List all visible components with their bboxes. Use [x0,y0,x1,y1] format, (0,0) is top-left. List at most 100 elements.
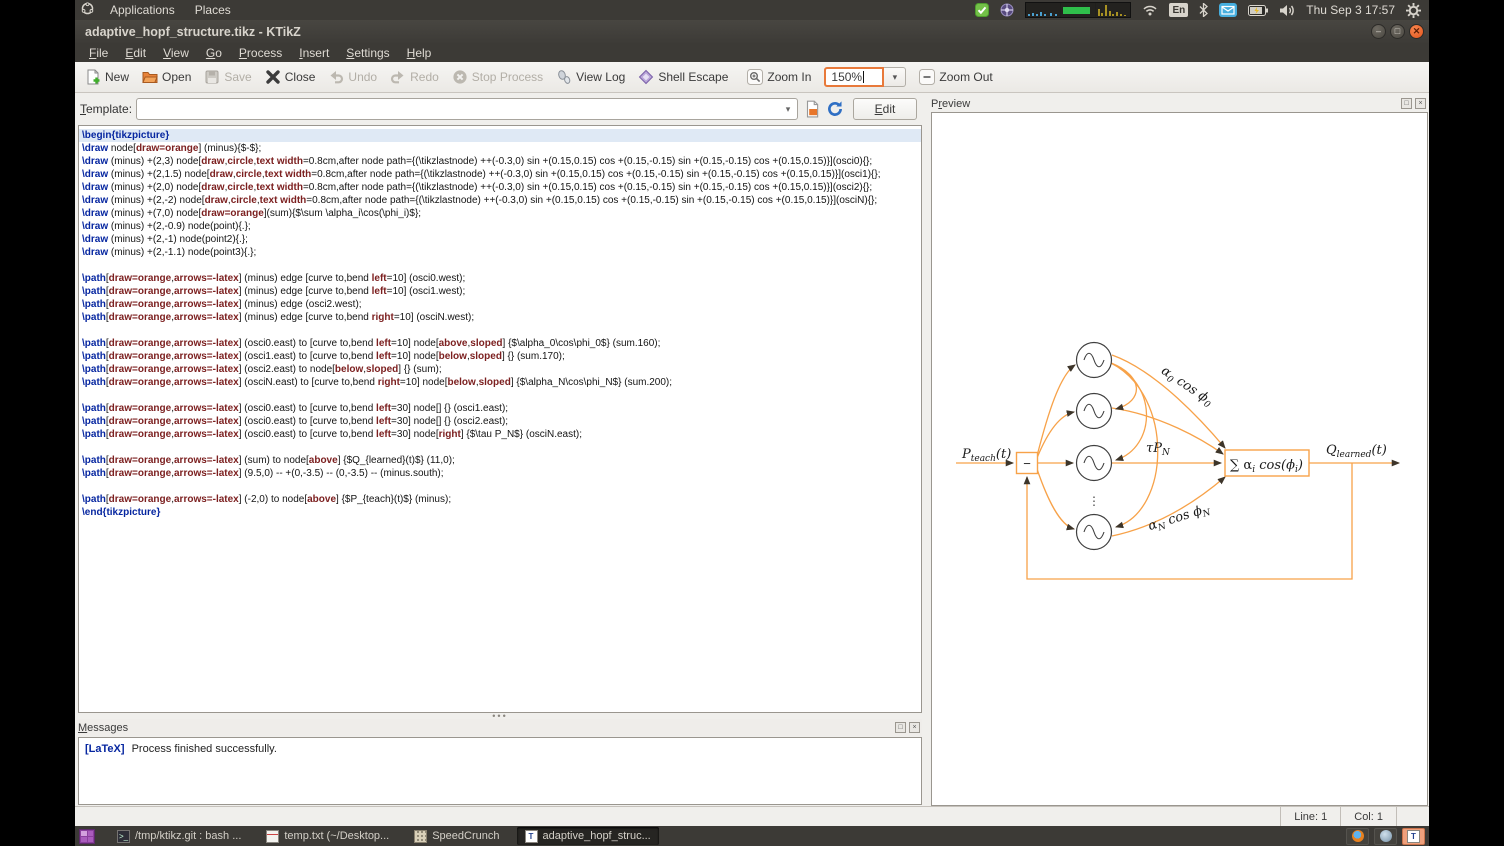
template-new-button[interactable] [803,100,821,118]
messages-float-button[interactable]: □ [895,722,906,733]
firefox-icon [1352,830,1364,842]
code-line-10: \draw (minus) +(2,-1.1) node(point3){.}; [82,246,921,259]
template-reload-button[interactable] [826,100,844,118]
redo-arrow-icon [390,69,406,85]
menu-file[interactable]: File [85,45,112,61]
taskbar-item-label: SpeedCrunch [432,830,499,842]
redo-button[interactable]: Redo [390,69,439,85]
status-grip[interactable] [1396,807,1429,826]
distro-logo-icon[interactable] [81,2,94,18]
menu-help[interactable]: Help [403,45,436,61]
shell-escape-label: Shell Escape [658,70,728,84]
code-line-27: \path[draw=orange,arrows=-latex] (9.5,0)… [82,467,921,480]
clock[interactable]: Thu Sep 3 17:57 [1306,3,1395,17]
zoom-out-icon [919,69,935,85]
session-gear-icon[interactable] [1406,3,1421,18]
code-line-13: \path[draw=orange,arrows=-latex] (minus)… [82,285,921,298]
menu-settings[interactable]: Settings [342,45,393,61]
code-line-14: \path[draw=orange,arrows=-latex] (minus)… [82,298,921,311]
desktop: Applications Places [75,0,1429,846]
template-dropdown-arrow[interactable]: ▾ [779,104,797,115]
taskbar-item[interactable]: temp.txt (~/Desktop... [258,827,397,845]
taskbar-item[interactable]: adaptive_hopf_struc... [517,827,659,845]
code-line-2: \draw node[draw=orange] (minus){$-$}; [82,142,921,155]
code-line-20: \path[draw=orange,arrows=-latex] (osciN.… [82,376,921,389]
shell-escape-button[interactable]: Shell Escape [638,69,728,85]
template-combobox[interactable]: ▾ [136,98,798,120]
ktikz-launcher[interactable] [1402,828,1425,845]
zoom-in-icon [747,69,763,85]
workspace-switcher[interactable] [79,829,95,844]
updates-ok-icon[interactable] [975,3,989,17]
zoom-level-value: 150% [831,70,862,84]
menu-view[interactable]: View [159,45,193,61]
code-line-3: \draw (minus) +(2,3) node[draw,circle,te… [82,155,921,168]
open-button-label: Open [162,70,191,84]
menu-edit[interactable]: Edit [121,45,150,61]
calculator-icon [414,830,427,843]
undo-arrow-icon [328,69,344,85]
new-button[interactable]: New [85,69,129,85]
open-button[interactable]: Open [142,69,191,85]
maximize-button[interactable]: □ [1390,24,1405,39]
zoom-level-dropdown-arrow[interactable]: ▾ [884,67,906,87]
undo-button[interactable]: Undo [328,69,377,85]
code-editor[interactable]: \begin{tikzpicture}\draw node[draw=orang… [78,125,922,713]
battery-icon[interactable] [1248,5,1268,16]
bluetooth-icon[interactable] [1199,3,1208,17]
backup-orb-icon[interactable] [1000,3,1014,17]
mail-icon[interactable] [1219,3,1237,17]
zoom-out-button[interactable]: Zoom Out [919,69,992,85]
taskbar-tray [1346,828,1429,845]
template-edit-button[interactable]: Edit [853,98,917,120]
messages-close-button[interactable]: × [909,722,920,733]
save-floppy-icon [204,69,220,85]
applications-menu[interactable]: Applications [106,2,179,18]
places-menu[interactable]: Places [191,2,235,18]
code-line-15: \path[draw=orange,arrows=-latex] (minus)… [82,311,921,324]
menu-go[interactable]: Go [202,45,226,61]
messages-output[interactable]: [LaTeX] Process finished successfully. [78,737,922,805]
system-top-bar: Applications Places [75,0,1429,20]
stop-process-button[interactable]: Stop Process [452,69,543,85]
browser-launcher[interactable] [1374,828,1397,845]
code-line-18: \path[draw=orange,arrows=-latex] (osci1.… [82,350,921,363]
code-line-21 [82,389,921,402]
menu-bar: File Edit View Go Process Insert Settings Help [75,43,1429,62]
close-file-button[interactable]: Close [265,69,316,85]
window-titlebar[interactable]: adaptive_hopf_structure.tikz - KTikZ – □… [75,20,1429,43]
taskbar-item[interactable]: /tmp/ktikz.git : bash ... [109,827,249,845]
close-window-button[interactable]: ✕ [1409,24,1424,39]
menu-process[interactable]: Process [235,45,286,61]
code-line-23: \path[draw=orange,arrows=-latex] (osci0.… [82,415,921,428]
wifi-icon[interactable] [1142,4,1158,16]
tikz-preview-diagram: − ⋮ Pteach(t) Qlearned(t) τPN α0 cos ϕ0 … [932,113,1429,807]
code-line-9: \draw (minus) +(2,-1) node(point2){.}; [82,233,921,246]
code-line-8: \draw (minus) +(2,-0.9) node(point){.}; [82,220,921,233]
preview-float-button[interactable]: □ [1401,98,1412,109]
view-log-button[interactable]: View Log [556,69,625,85]
status-line-indicator: Line: 1 [1280,807,1340,826]
undo-button-label: Undo [348,70,377,84]
messages-dock-header: Messages □ × [78,719,922,736]
distro-logo-icon-svg [81,2,94,15]
shell-escape-icon [638,69,654,85]
preview-close-button[interactable]: × [1415,98,1426,109]
keyboard-layout-indicator[interactable]: En [1169,3,1188,17]
zoom-level-combobox[interactable]: 150% [824,67,884,87]
menu-insert[interactable]: Insert [295,45,333,61]
system-monitor-applet[interactable] [1025,2,1131,18]
code-line-7: \draw (minus) +(7,0) node[draw=orange](s… [82,207,921,220]
save-button[interactable]: Save [204,69,251,85]
label-sum-formula: ∑ αi cos(ϕi) [1230,458,1303,475]
taskbar-item[interactable]: SpeedCrunch [406,827,507,845]
preview-canvas[interactable]: − ⋮ Pteach(t) Qlearned(t) τPN α0 cos ϕ0 … [931,112,1428,806]
minus-sign: − [1023,456,1031,471]
firefox-launcher[interactable] [1346,828,1369,845]
redo-button-label: Redo [410,70,439,84]
minimize-button[interactable]: – [1371,24,1386,39]
zoom-in-button[interactable]: Zoom In [747,69,811,85]
volume-icon[interactable] [1279,4,1295,17]
vertical-dots: ⋮ [1088,494,1100,508]
open-folder-icon [142,69,158,85]
